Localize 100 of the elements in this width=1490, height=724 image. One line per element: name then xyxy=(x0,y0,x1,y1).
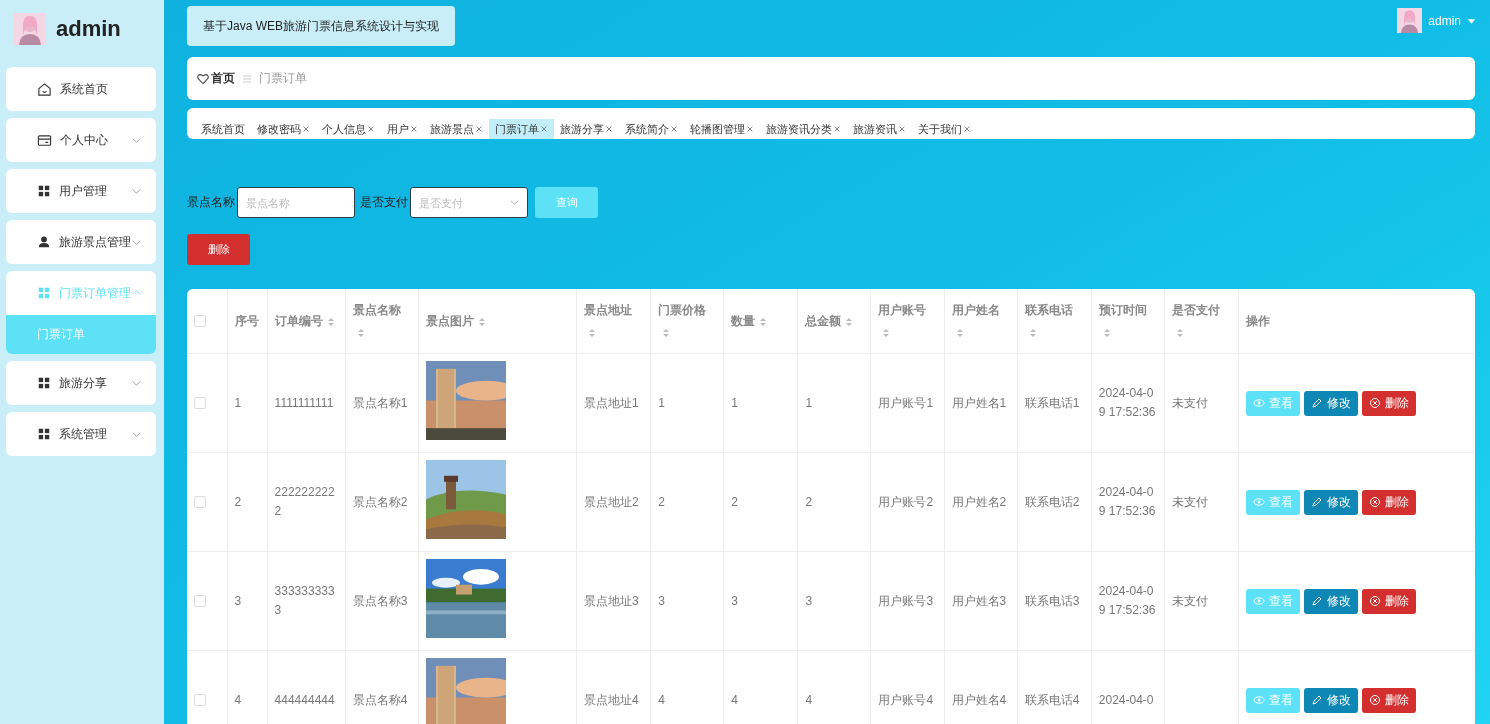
column-header[interactable]: 景点图片 xyxy=(425,314,486,328)
column-header[interactable]: 门票价格 xyxy=(658,303,707,339)
circle-x-icon xyxy=(1369,694,1382,706)
select-field[interactable]: 是否支付 xyxy=(410,187,528,218)
close-icon xyxy=(605,125,613,133)
table-cell-text: 4 xyxy=(658,691,666,709)
table-cell-text: 联系电话3 xyxy=(1024,592,1081,610)
tab[interactable]: 关于我们 xyxy=(912,119,977,139)
breadcrumb-link[interactable]: 首页 xyxy=(211,70,235,87)
menu-item[interactable]: 旅游景点管理 xyxy=(6,220,156,264)
circle-x-icon xyxy=(1369,496,1382,508)
column-header[interactable]: 联系电话 xyxy=(1024,303,1073,339)
table-cell-text: 用户姓名2 xyxy=(951,493,1008,511)
column-header[interactable]: 是否支付 xyxy=(1171,303,1220,339)
tab[interactable]: 系统首页 xyxy=(195,119,251,139)
eye-icon xyxy=(1253,595,1266,607)
table-cell-text: 2 xyxy=(234,493,243,511)
delete-button[interactable]: 删除 xyxy=(1362,588,1417,614)
edit-button[interactable]: 修改 xyxy=(1304,390,1359,416)
column-header[interactable]: 总金额 xyxy=(805,314,854,328)
menu-item[interactable]: 个人中心 xyxy=(6,118,156,162)
menu-item[interactable]: 系统首页 xyxy=(6,67,156,111)
breadcrumb-item: 门票订单 xyxy=(259,70,307,87)
table-cell-text: 1 xyxy=(805,394,814,412)
table-cell-text: 4 xyxy=(805,691,814,709)
table-cell-text: 4 xyxy=(234,691,243,709)
column-header[interactable]: 数量 xyxy=(731,314,768,328)
close-icon xyxy=(670,125,678,133)
table-cell-text: 4 xyxy=(731,691,739,709)
edit-button[interactable]: 修改 xyxy=(1304,489,1359,515)
tab[interactable]: 用户 xyxy=(381,119,424,139)
column-header[interactable]: 预订时间 xyxy=(1098,303,1147,339)
close-icon xyxy=(898,125,906,133)
table-cell-text: 3 xyxy=(234,592,243,610)
tab[interactable]: 旅游资讯 xyxy=(847,119,912,139)
table-cell-text: 景点地址1 xyxy=(584,394,640,412)
table-cell-text: 2024-04-0 xyxy=(1098,691,1155,709)
grid-icon xyxy=(37,286,51,300)
delete-button[interactable]: 删除 xyxy=(1362,390,1417,416)
avatar-icon xyxy=(1397,8,1423,33)
tab[interactable]: 个人信息 xyxy=(316,119,381,139)
menu-item[interactable]: 旅游分享 xyxy=(6,361,156,405)
column-header[interactable]: 景点名称 xyxy=(352,303,401,339)
column-header[interactable]: 订单编号 xyxy=(274,314,335,328)
pencil-icon xyxy=(1311,496,1324,508)
column-header: 序号 xyxy=(234,314,259,328)
delete-button[interactable]: 删除 xyxy=(187,234,250,265)
column-header[interactable]: 景点地址 xyxy=(584,303,633,339)
caret-icon xyxy=(1467,16,1476,25)
card-icon xyxy=(37,132,52,148)
grid-icon xyxy=(37,184,51,198)
close-icon xyxy=(746,125,754,133)
tab[interactable]: 修改密码 xyxy=(251,119,316,139)
tab[interactable]: 系统简介 xyxy=(619,119,684,139)
edit-button[interactable]: 修改 xyxy=(1304,687,1359,713)
close-icon xyxy=(540,125,548,133)
table-cell-text: 景点地址3 xyxy=(584,592,640,610)
field-label: 景点名称 xyxy=(187,194,235,211)
column-header: 操作 xyxy=(1246,314,1271,328)
sort-icon xyxy=(662,327,671,338)
sort-icon xyxy=(477,316,486,327)
table-cell-text: 1 xyxy=(234,394,243,412)
delete-button[interactable]: 删除 xyxy=(1362,687,1417,713)
checkbox[interactable] xyxy=(194,694,206,706)
sort-icon xyxy=(1175,327,1184,338)
table-cell-text: 3 xyxy=(731,592,739,610)
menu-item[interactable]: 系统管理 xyxy=(6,412,156,456)
table-cell-text: 用户账号4 xyxy=(878,691,935,709)
pencil-icon xyxy=(1311,694,1324,706)
sort-icon xyxy=(1028,327,1037,338)
table-cell-text: 1 xyxy=(658,394,666,412)
user-name: admin xyxy=(56,15,121,42)
table-cell-text: 用户账号1 xyxy=(878,394,935,412)
sort-icon xyxy=(955,327,964,338)
field-label: 是否支付 xyxy=(360,194,408,211)
tab[interactable]: 轮播图管理 xyxy=(684,119,760,139)
table-cell-text: 2024-04-09 17:52:36 xyxy=(1098,583,1157,619)
checkbox[interactable] xyxy=(194,595,206,607)
delete-button[interactable]: 删除 xyxy=(1362,489,1417,515)
tab[interactable]: 旅游景点 xyxy=(424,119,489,139)
input-field[interactable]: 景点名称 xyxy=(237,187,355,218)
close-icon xyxy=(475,125,483,133)
circle-x-icon xyxy=(1369,595,1382,607)
table-cell-text: 444444444 xyxy=(274,691,336,709)
sort-icon xyxy=(356,327,365,338)
tab[interactable]: 旅游资讯分类 xyxy=(760,119,847,139)
menu-item[interactable]: 用户管理 xyxy=(6,169,156,213)
table-cell-text: 用户姓名3 xyxy=(951,592,1008,610)
avatar-icon xyxy=(14,12,46,45)
column-header[interactable]: 用户账号 xyxy=(878,303,927,339)
eye-icon xyxy=(1253,694,1266,706)
checkbox[interactable] xyxy=(194,397,206,409)
checkbox[interactable] xyxy=(194,315,206,327)
tab[interactable]: 门票订单 xyxy=(489,119,554,139)
column-header[interactable]: 用户姓名 xyxy=(951,303,1000,339)
tab[interactable]: 旅游分享 xyxy=(554,119,619,139)
checkbox[interactable] xyxy=(194,496,206,508)
edit-button[interactable]: 修改 xyxy=(1304,588,1359,614)
close-icon xyxy=(410,125,418,133)
table-cell-text: 3333333333 xyxy=(274,583,336,619)
